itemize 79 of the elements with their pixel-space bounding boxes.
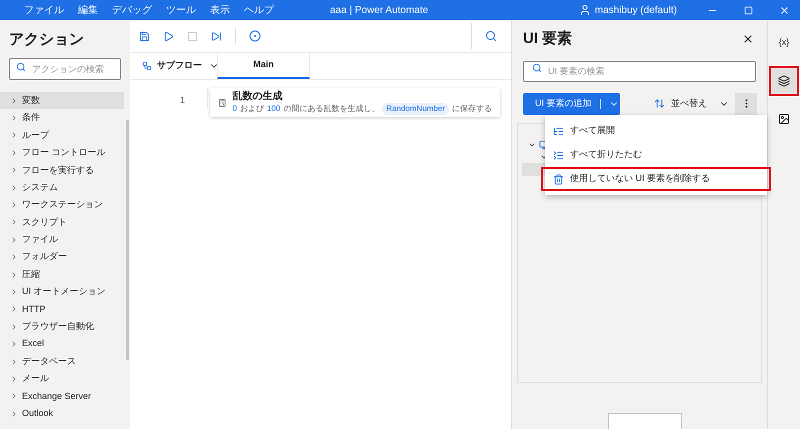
panel-title: アクション [8, 30, 85, 50]
run-icon[interactable] [163, 30, 174, 42]
variable-chip: RandomNumber [382, 102, 449, 114]
step-text: および [240, 102, 264, 114]
action-category[interactable]: スクリプト [0, 214, 124, 232]
action-category[interactable]: データベース [0, 352, 124, 370]
menu-item[interactable]: 編集 [78, 2, 98, 18]
scrollbar[interactable] [126, 120, 129, 360]
user-icon [578, 4, 591, 16]
collapse-list-icon [553, 150, 564, 160]
action-category[interactable]: Excel [0, 335, 124, 353]
search-field[interactable]: UI 要素の検索 [523, 60, 756, 82]
menu-item[interactable]: すべて展開 [545, 119, 767, 143]
user-name: mashibuy (default) [594, 4, 677, 18]
step-title: 乱数の生成 [232, 90, 284, 102]
search-field[interactable]: アクションの検索 [9, 58, 121, 80]
step-text: の間にある乱数を生成し、 [283, 102, 380, 114]
chevron-icon [10, 322, 18, 331]
calculator-icon [218, 96, 226, 108]
action-category[interactable]: メール [0, 370, 124, 388]
action-category[interactable]: ブラウザー自動化 [0, 318, 124, 336]
step-value: 100 [266, 102, 280, 114]
search-icon[interactable] [485, 30, 497, 42]
step-value: 0 [232, 102, 237, 114]
step-icon[interactable] [211, 30, 222, 42]
chevron-icon [10, 96, 18, 105]
action-step-card[interactable]: 乱数の生成 0 および 100 の間にある乱数を生成し、 RandomNumber に保存する [210, 88, 500, 117]
action-category[interactable]: 条件 [0, 109, 124, 127]
flow-tab[interactable]: Main [217, 53, 310, 79]
chevron-icon [10, 392, 18, 400]
close-icon[interactable] [742, 33, 754, 45]
add-ui-element-button[interactable]: UI 要素の追加 [523, 92, 620, 114]
action-category[interactable]: HTTP [0, 300, 124, 318]
action-category[interactable]: Exchange Server [0, 388, 124, 406]
action-category[interactable]: フロー コントロール [0, 144, 124, 162]
chevron-icon [10, 184, 18, 192]
chevron-icon [10, 340, 18, 348]
record-icon[interactable] [249, 30, 261, 42]
action-category[interactable]: ファイル [0, 231, 124, 249]
window-title: aaa | Power Automate [330, 4, 430, 18]
ui-elements-tab[interactable] [769, 66, 799, 96]
line-number: 1 [178, 94, 186, 107]
flow-icon [142, 61, 152, 71]
action-category[interactable]: 圧縮 [0, 266, 124, 284]
action-category[interactable]: ワークステーション [0, 196, 124, 214]
sort-icon [654, 98, 665, 109]
menu-item[interactable]: 表示 [210, 2, 230, 18]
action-category[interactable]: ループ [0, 126, 124, 144]
chevron-icon [10, 166, 18, 174]
chevron-icon [10, 253, 18, 262]
search-icon [532, 63, 542, 73]
chevron-icon [10, 236, 18, 244]
step-text: に保存する [452, 102, 492, 114]
action-category[interactable]: 変数 [0, 92, 124, 110]
layers-icon [778, 75, 790, 87]
sort-button[interactable]: 並べ替え [654, 96, 729, 110]
search-icon [16, 62, 26, 72]
chevron-icon [10, 305, 18, 314]
trash-icon [553, 174, 564, 184]
menu-item[interactable]: ファイル [24, 2, 64, 18]
action-category[interactable]: Outlook [0, 405, 124, 422]
action-category[interactable]: フローを実行する [0, 162, 124, 179]
panel-title: UI 要素 [523, 28, 574, 49]
menu-item[interactable]: ヘルプ [244, 2, 274, 18]
image-icon [778, 113, 790, 125]
variables-tab[interactable]: {x} [769, 28, 799, 58]
menu-item[interactable]: デバッグ [112, 2, 152, 18]
menu-item[interactable]: ツール [166, 2, 196, 18]
menu-item[interactable]: 使用していない UI 要素を削除する [541, 167, 771, 191]
chevron-icon [10, 410, 18, 418]
chevron-icon [10, 148, 18, 157]
action-category[interactable]: UI オートメーション [0, 283, 124, 301]
action-category[interactable]: フォルダー [0, 248, 124, 266]
save-icon[interactable] [139, 30, 150, 42]
subflow-dropdown[interactable]: サブフロー [130, 53, 217, 79]
maximize-icon[interactable] [744, 6, 753, 14]
action-category[interactable]: システム [0, 178, 124, 196]
menu-item[interactable]: すべて折りたたむ [545, 143, 767, 167]
expand-list-icon [553, 126, 564, 136]
